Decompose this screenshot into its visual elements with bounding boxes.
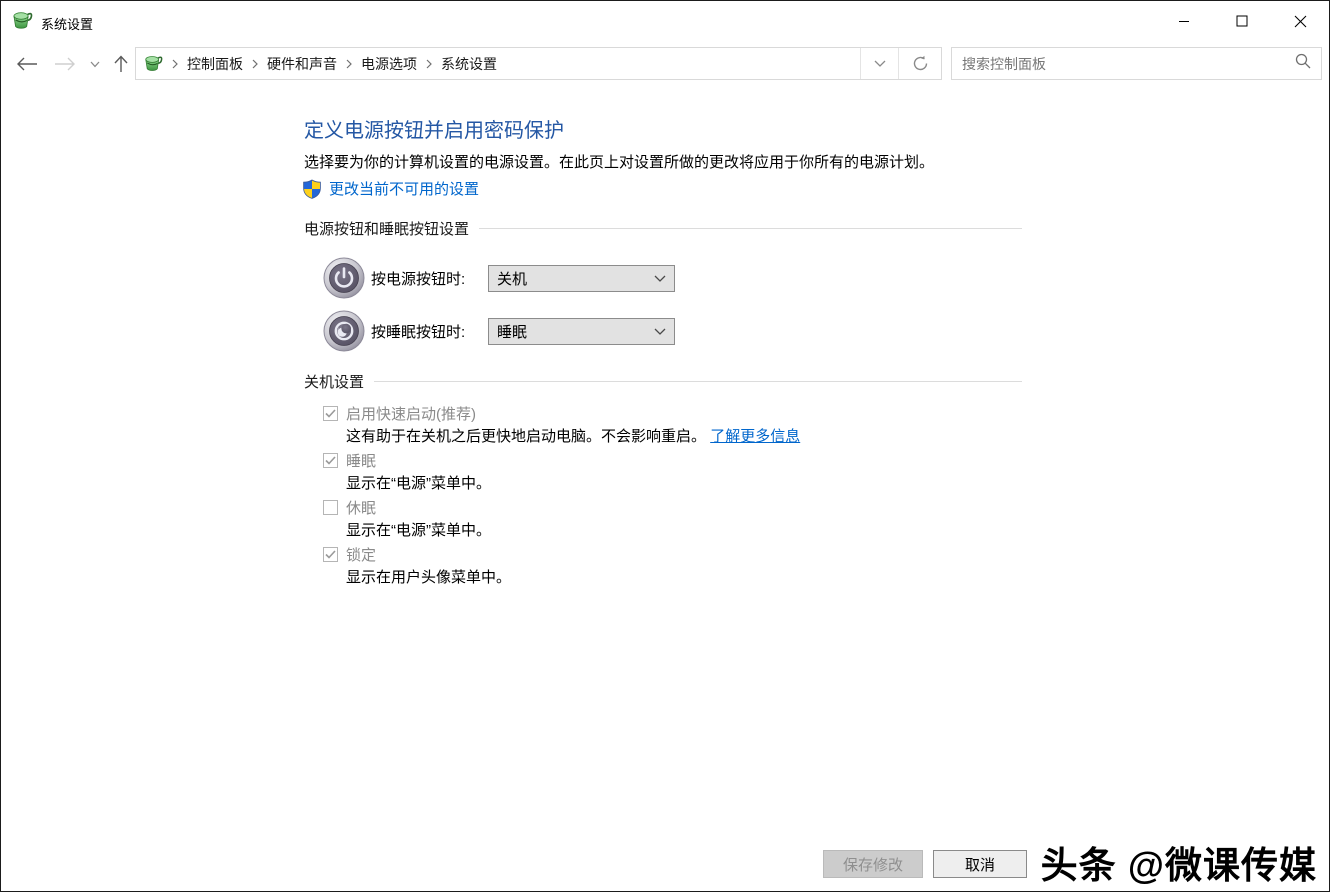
description-text: 显示在“电源”菜单中。 — [346, 475, 491, 492]
sleep-checkbox-row[interactable]: 睡眠 — [323, 450, 376, 471]
power-button-row: 按电源按钮时: — [323, 257, 465, 299]
cancel-button[interactable]: 取消 — [933, 850, 1027, 878]
power-button-action-select[interactable]: 关机 — [488, 265, 675, 292]
search-box — [951, 47, 1322, 80]
recent-pages-chevron-icon[interactable] — [86, 41, 104, 87]
power-options-breadcrumb-icon — [144, 54, 163, 73]
uac-link-row[interactable]: 更改当前不可用的设置 — [302, 178, 479, 199]
section-header-label: 关机设置 — [304, 374, 365, 391]
sleep-button-action-select[interactable]: 睡眠 — [488, 318, 675, 345]
learn-more-link[interactable]: 了解更多信息 — [710, 428, 800, 445]
selected-value: 睡眠 — [497, 324, 528, 341]
lock-checkbox-row[interactable]: 锁定 — [323, 544, 376, 565]
system-settings-window: 系统设置 控制面板 硬件和声音 电源选项 系统设置 搜索控制面板 定义电源按钮并… — [0, 0, 1330, 892]
search-icon[interactable] — [1295, 53, 1311, 74]
back-button[interactable] — [15, 41, 39, 87]
breadcrumb-chevron-icon — [346, 59, 352, 69]
description-text: 显示在用户头像菜单中。 — [346, 569, 512, 586]
breadcrumb-control-panel[interactable]: 控制面板 — [187, 54, 243, 74]
close-button[interactable] — [1271, 1, 1329, 41]
uac-shield-icon — [302, 179, 322, 199]
lock-checkbox[interactable] — [323, 547, 338, 562]
up-button[interactable] — [109, 41, 133, 87]
watermark-text: 头条 @微课传媒 — [1040, 845, 1317, 886]
title-bar: 系统设置 — [1, 1, 1329, 41]
shutdown-section-header: 关机设置 — [304, 371, 1022, 392]
window-controls — [1155, 1, 1329, 41]
breadcrumb-power-options[interactable]: 电源选项 — [361, 54, 417, 74]
sleep-button-label: 按睡眠按钮时: — [371, 323, 466, 341]
address-bar[interactable]: 控制面板 硬件和声音 电源选项 系统设置 — [135, 47, 942, 80]
breadcrumb-chevron-icon — [426, 59, 432, 69]
save-changes-button[interactable]: 保存修改 — [823, 850, 923, 878]
hibernate-checkbox-row[interactable]: 休眠 — [323, 497, 376, 518]
checkbox-label: 睡眠 — [346, 453, 377, 470]
fast-startup-checkbox[interactable] — [323, 406, 338, 421]
power-options-app-icon — [12, 10, 33, 31]
fast-startup-description: 这有助于在关机之后更快地启动电脑。不会影响重启。 了解更多信息 — [346, 425, 800, 446]
sleep-button-icon — [323, 310, 365, 352]
refresh-icon[interactable] — [898, 48, 941, 79]
breadcrumb-system-settings[interactable]: 系统设置 — [441, 54, 497, 74]
description-text: 显示在“电源”菜单中。 — [346, 522, 491, 539]
search-input[interactable] — [962, 55, 1295, 72]
address-dropdown-chevron-icon[interactable] — [860, 48, 898, 79]
sleep-button-row: 按睡眠按钮时: — [323, 310, 465, 352]
lock-description: 显示在用户头像菜单中。 — [346, 566, 511, 587]
selected-value: 关机 — [497, 271, 528, 288]
checkbox-label: 启用快速启动(推荐) — [346, 406, 476, 423]
power-button-label: 按电源按钮时: — [371, 270, 466, 288]
page-title: 定义电源按钮并启用密码保护 — [304, 120, 564, 142]
forward-button[interactable] — [53, 41, 77, 87]
section-divider — [479, 228, 1022, 229]
maximize-button[interactable] — [1213, 1, 1271, 41]
fast-startup-checkbox-row[interactable]: 启用快速启动(推荐) — [323, 403, 476, 424]
sleep-checkbox[interactable] — [323, 453, 338, 468]
section-divider — [374, 381, 1022, 382]
page-description: 选择要为你的计算机设置的电源设置。在此页上对设置所做的更改将应用于你所有的电源计… — [304, 154, 935, 171]
breadcrumb-chevron-icon — [172, 59, 178, 69]
checkbox-label: 锁定 — [346, 547, 377, 564]
power-button-icon — [323, 257, 365, 299]
section-header-label: 电源按钮和睡眠按钮设置 — [304, 221, 470, 238]
checkbox-label: 休眠 — [346, 500, 377, 517]
hibernate-description: 显示在“电源”菜单中。 — [346, 519, 491, 540]
chevron-down-icon — [654, 270, 666, 288]
window-title: 系统设置 — [41, 17, 94, 32]
navigation-bar: 控制面板 硬件和声音 电源选项 系统设置 — [1, 41, 1329, 87]
breadcrumb-chevron-icon — [252, 59, 258, 69]
chevron-down-icon — [654, 323, 666, 341]
minimize-button[interactable] — [1155, 1, 1213, 41]
power-buttons-section-header: 电源按钮和睡眠按钮设置 — [304, 218, 1022, 239]
description-text: 这有助于在关机之后更快地启动电脑。不会影响重启。 — [346, 428, 707, 445]
change-unavailable-settings-link[interactable]: 更改当前不可用的设置 — [329, 178, 479, 199]
sleep-description: 显示在“电源”菜单中。 — [346, 472, 491, 493]
breadcrumb-hardware-sound[interactable]: 硬件和声音 — [267, 54, 337, 74]
hibernate-checkbox[interactable] — [323, 500, 338, 515]
